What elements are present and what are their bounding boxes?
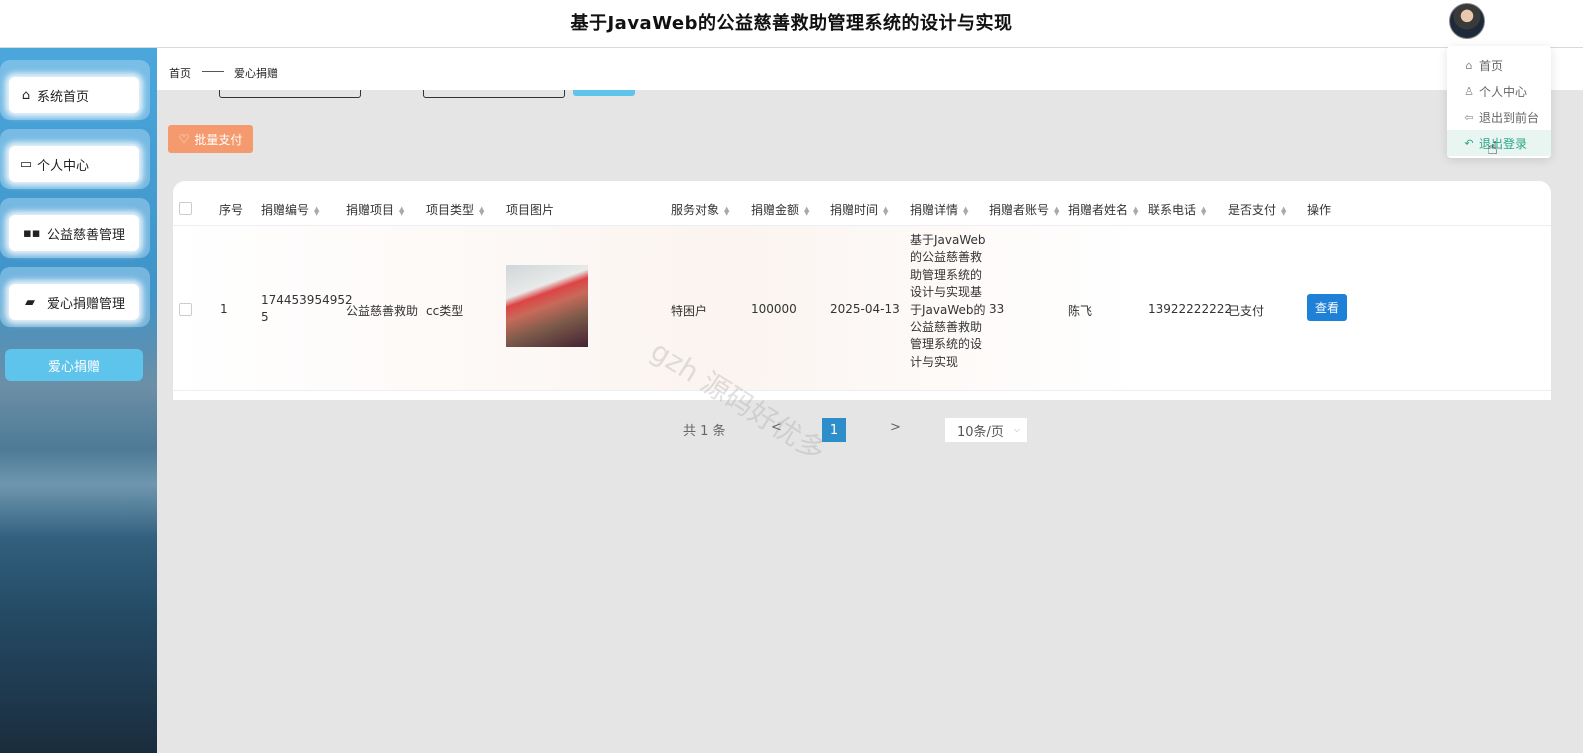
sort-icon: ▲ ▼	[724, 204, 730, 217]
sidebar-item-charity-management[interactable]: ▪▪ 公益慈善管理	[9, 215, 139, 251]
sidebar-item-personal-center[interactable]: ▭ 个人中心	[9, 146, 139, 182]
cell-donation-no: 174453954952 5	[261, 293, 353, 324]
column-header: 序号	[219, 203, 244, 217]
cell-type: cc类型	[426, 304, 464, 318]
breadcrumb-separator	[202, 71, 224, 72]
column-header: 操作	[1307, 203, 1332, 217]
hand-cursor-icon: ☝	[1487, 138, 1498, 159]
column-header[interactable]: 捐赠金额 ▲ ▼	[751, 201, 809, 218]
sort-icon: ▲ ▼	[314, 204, 320, 217]
breadcrumb-home[interactable]: 首页	[169, 65, 191, 81]
batch-pay-button[interactable]: ♡ 批量支付	[168, 125, 253, 153]
sort-icon: ▲ ▼	[1054, 204, 1060, 217]
breadcrumb-current: 爱心捐赠	[234, 67, 278, 80]
column-header[interactable]: 捐赠项目 ▲ ▼	[346, 201, 404, 218]
cell-detail: 基于JavaWeb 的公益慈善救 助管理系统的 设计与实现基 于JavaWeb的…	[910, 233, 986, 369]
sidebar-item-label: 爱心捐赠管理	[47, 296, 126, 312]
table-header: 序号 捐赠编号 ▲ ▼ 捐赠项目 ▲ ▼ 项目类型 ▲ ▼ 项目图片 服务对象 ▲ ▼ 捐赠金额…	[173, 181, 1551, 226]
cell-project: 公益慈善救助	[346, 304, 419, 318]
page-size-value: 10条/页	[957, 424, 1004, 440]
column-header[interactable]: 项目类型 ▲ ▼	[426, 201, 484, 218]
cell-amount: 100000	[751, 302, 797, 316]
sidebar-item-donation[interactable]: 爱心捐赠	[5, 349, 143, 381]
home-icon: ⌂	[1465, 58, 1473, 72]
table-row: 1 174453954952 5 公益慈善救助 cc类型 特困户 100000 2…	[173, 226, 1551, 391]
column-header: 项目图片	[506, 203, 555, 217]
column-header[interactable]: 是否支付 ▲ ▼	[1228, 201, 1286, 218]
search-button[interactable]	[573, 90, 635, 96]
sort-icon: ▲ ▼	[479, 204, 485, 217]
cell-phone: 13922222222	[1148, 302, 1232, 316]
view-button[interactable]: 查看	[1307, 294, 1347, 321]
sort-icon: ▲ ▼	[804, 204, 810, 217]
column-header[interactable]: 联系电话 ▲ ▼	[1148, 201, 1206, 218]
cell-time: 2025-04-13	[830, 302, 900, 316]
column-header[interactable]: 捐赠者账号 ▲ ▼	[989, 201, 1059, 218]
top-bar: 基于JavaWeb的公益慈善救助管理系统的设计与实现	[0, 0, 1583, 48]
user-menu-home[interactable]: ⌂ 首页	[1447, 52, 1551, 78]
sort-icon: ▲ ▼	[883, 204, 889, 217]
project-image[interactable]	[506, 265, 588, 347]
home-icon: ⌂	[21, 87, 31, 103]
pagination-prev-button[interactable]: <	[771, 420, 782, 435]
breadcrumb: 首页 爱心捐赠	[157, 48, 1583, 90]
column-header[interactable]: 捐赠详情 ▲ ▼	[910, 201, 968, 218]
sidebar-item-label: 个人中心	[37, 158, 90, 174]
sidebar: ⌂ 系统首页 ▭ 个人中心 ▪▪ 公益慈善管理 ▰ 爱心捐赠管理 爱心捐赠	[0, 48, 157, 753]
user-card-icon: ▭	[19, 156, 33, 172]
column-header[interactable]: 服务对象 ▲ ▼	[671, 201, 729, 218]
search-input[interactable]	[423, 90, 565, 98]
heart-icon: ♡	[178, 132, 190, 146]
column-header[interactable]: 捐赠编号 ▲ ▼	[261, 201, 319, 218]
sort-icon: ▲ ▼	[399, 204, 405, 217]
cell-account: 33	[989, 302, 1005, 316]
search-input[interactable]	[219, 90, 361, 98]
row-checkbox[interactable]	[179, 303, 192, 316]
user-menu-personal-center[interactable]: ♙ 个人中心	[1447, 78, 1551, 104]
data-table: 序号 捐赠编号 ▲ ▼ 捐赠项目 ▲ ▼ 项目类型 ▲ ▼ 项目图片 服务对象 ▲ ▼ 捐赠金额…	[173, 181, 1551, 400]
batch-pay-label: 批量支付	[194, 132, 243, 147]
user-menu-exit-frontend[interactable]: ⇦ 退出到前台	[1447, 104, 1551, 130]
select-all-checkbox[interactable]	[179, 202, 192, 215]
page-size-select[interactable]: 10条/页 ⌵	[945, 418, 1027, 442]
user-icon: ♙	[1464, 84, 1474, 98]
sort-icon: ▲ ▼	[963, 204, 969, 217]
sidebar-item-home[interactable]: ⌂ 系统首页	[9, 77, 139, 113]
pagination-page-1[interactable]: 1	[822, 418, 846, 442]
app-title: 基于JavaWeb的公益慈善救助管理系统的设计与实现	[570, 13, 1013, 34]
user-avatar[interactable]	[1449, 3, 1485, 39]
sidebar-item-label: 系统首页	[37, 89, 90, 105]
pagination-next-button[interactable]: >	[890, 420, 901, 435]
logout-icon: ↶	[1464, 136, 1474, 150]
grid-icon: ▪▪	[23, 225, 41, 241]
sort-icon: ▲ ▼	[1281, 204, 1287, 217]
back-arrow-icon: ⇦	[1464, 110, 1474, 124]
user-menu-dropdown: ⌂ 首页 ♙ 个人中心 ⇦ 退出到前台 ↶ 退出登录	[1447, 46, 1551, 158]
user-menu-logout[interactable]: ↶ 退出登录	[1447, 130, 1551, 156]
cell-paid-status: 已支付	[1228, 304, 1265, 318]
cell-index: 1	[220, 302, 228, 316]
wallet-icon: ▰	[25, 294, 35, 310]
sort-icon: ▲ ▼	[1133, 204, 1139, 217]
chevron-down-icon: ⌵	[1013, 425, 1020, 434]
pagination-total: 共 1 条	[683, 424, 726, 439]
cell-name: 陈飞	[1068, 304, 1093, 318]
sidebar-item-donation-management[interactable]: ▰ 爱心捐赠管理	[9, 284, 139, 320]
column-header[interactable]: 捐赠时间 ▲ ▼	[830, 201, 888, 218]
column-header[interactable]: 捐赠者姓名 ▲ ▼	[1068, 201, 1138, 218]
sidebar-item-label: 公益慈善管理	[47, 227, 126, 243]
cell-target: 特困户	[671, 304, 708, 318]
sort-icon: ▲ ▼	[1201, 204, 1207, 217]
